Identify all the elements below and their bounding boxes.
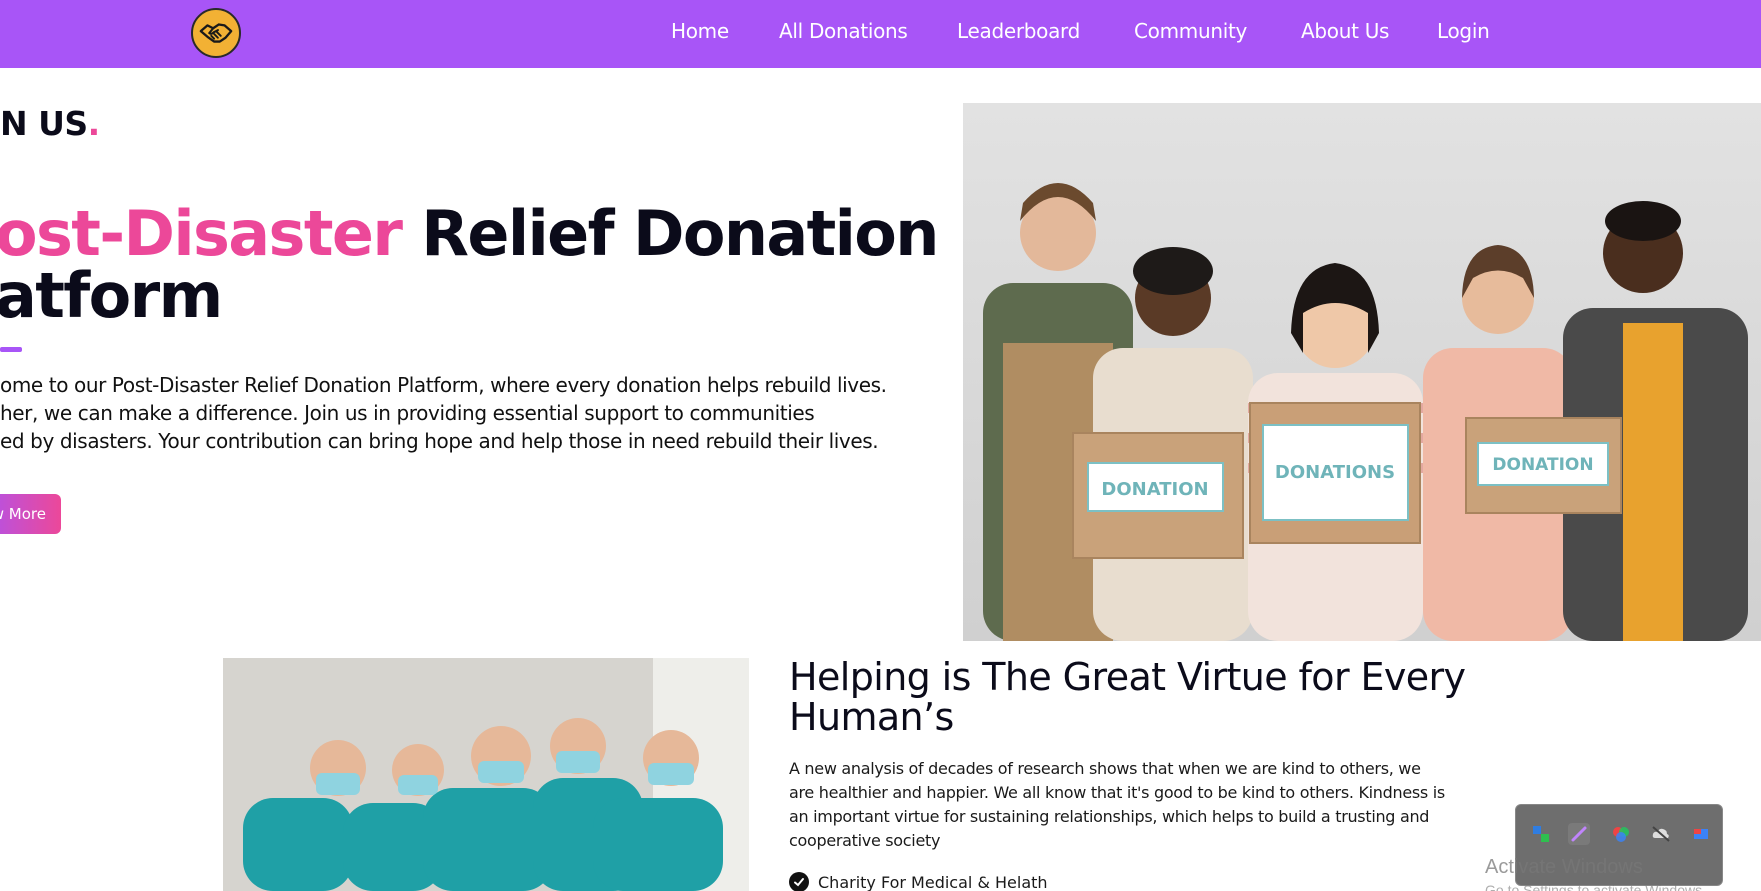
nav-about-us[interactable]: About Us	[1301, 19, 1389, 43]
nav-home[interactable]: Home	[671, 19, 729, 43]
hero-eyebrow: N US.	[0, 104, 100, 143]
nav-community[interactable]: Community	[1134, 19, 1247, 43]
checklist-label: Charity For Medical & Helath	[818, 872, 1048, 891]
activate-windows-sub: Go to Settings to activate Windows.	[1485, 882, 1706, 891]
box-label: DONATION	[1492, 455, 1593, 475]
hero-description: ome to our Post-Disaster Relief Donation…	[0, 371, 920, 455]
hero-volunteers-photo: DONATION DONATIONS DONATION	[963, 103, 1761, 641]
nav-login[interactable]: Login	[1437, 19, 1490, 43]
hero-underline	[0, 347, 22, 352]
security-icon[interactable]	[1530, 823, 1552, 845]
pen-icon[interactable]	[1568, 823, 1590, 845]
hero-title-rest: Relief Donation	[401, 197, 939, 270]
handshake-logo-icon[interactable]	[191, 8, 241, 58]
nav-all-donations[interactable]: All Donations	[779, 19, 908, 43]
flag-icon[interactable]	[1690, 823, 1712, 845]
top-navbar: Home All Donations Leaderboard Community…	[0, 0, 1761, 68]
section-description: A new analysis of decades of research sh…	[789, 759, 1445, 850]
hero-desc-line: her, we can make a difference. Join us i…	[0, 401, 815, 425]
nav-leaderboard[interactable]: Leaderboard	[957, 19, 1080, 43]
box-label: DONATION	[1101, 479, 1208, 500]
color-wheel-icon[interactable]	[1610, 823, 1632, 845]
activate-windows-watermark: Activate Windows	[1485, 856, 1643, 878]
hero-desc-line: ed by disasters. Your contribution can b…	[0, 429, 879, 453]
eyebrow-dot: .	[87, 104, 101, 143]
checklist-item: Charity For Medical & Helath	[789, 872, 1048, 891]
section-title: Helping is The Great Virtue for Every Hu…	[789, 655, 1466, 739]
hero-desc-line: ome to our Post-Disaster Relief Donation…	[0, 373, 887, 397]
medical-volunteers-photo	[223, 658, 749, 891]
know-more-button[interactable]: ow More	[0, 494, 61, 534]
box-label: DONATIONS	[1275, 462, 1395, 483]
checkmark-icon	[789, 872, 809, 891]
cloud-off-icon[interactable]	[1650, 823, 1672, 845]
hero-title: ost-Disaster Relief Donation atform	[0, 203, 939, 332]
hero-title-line2: atform	[0, 259, 223, 332]
